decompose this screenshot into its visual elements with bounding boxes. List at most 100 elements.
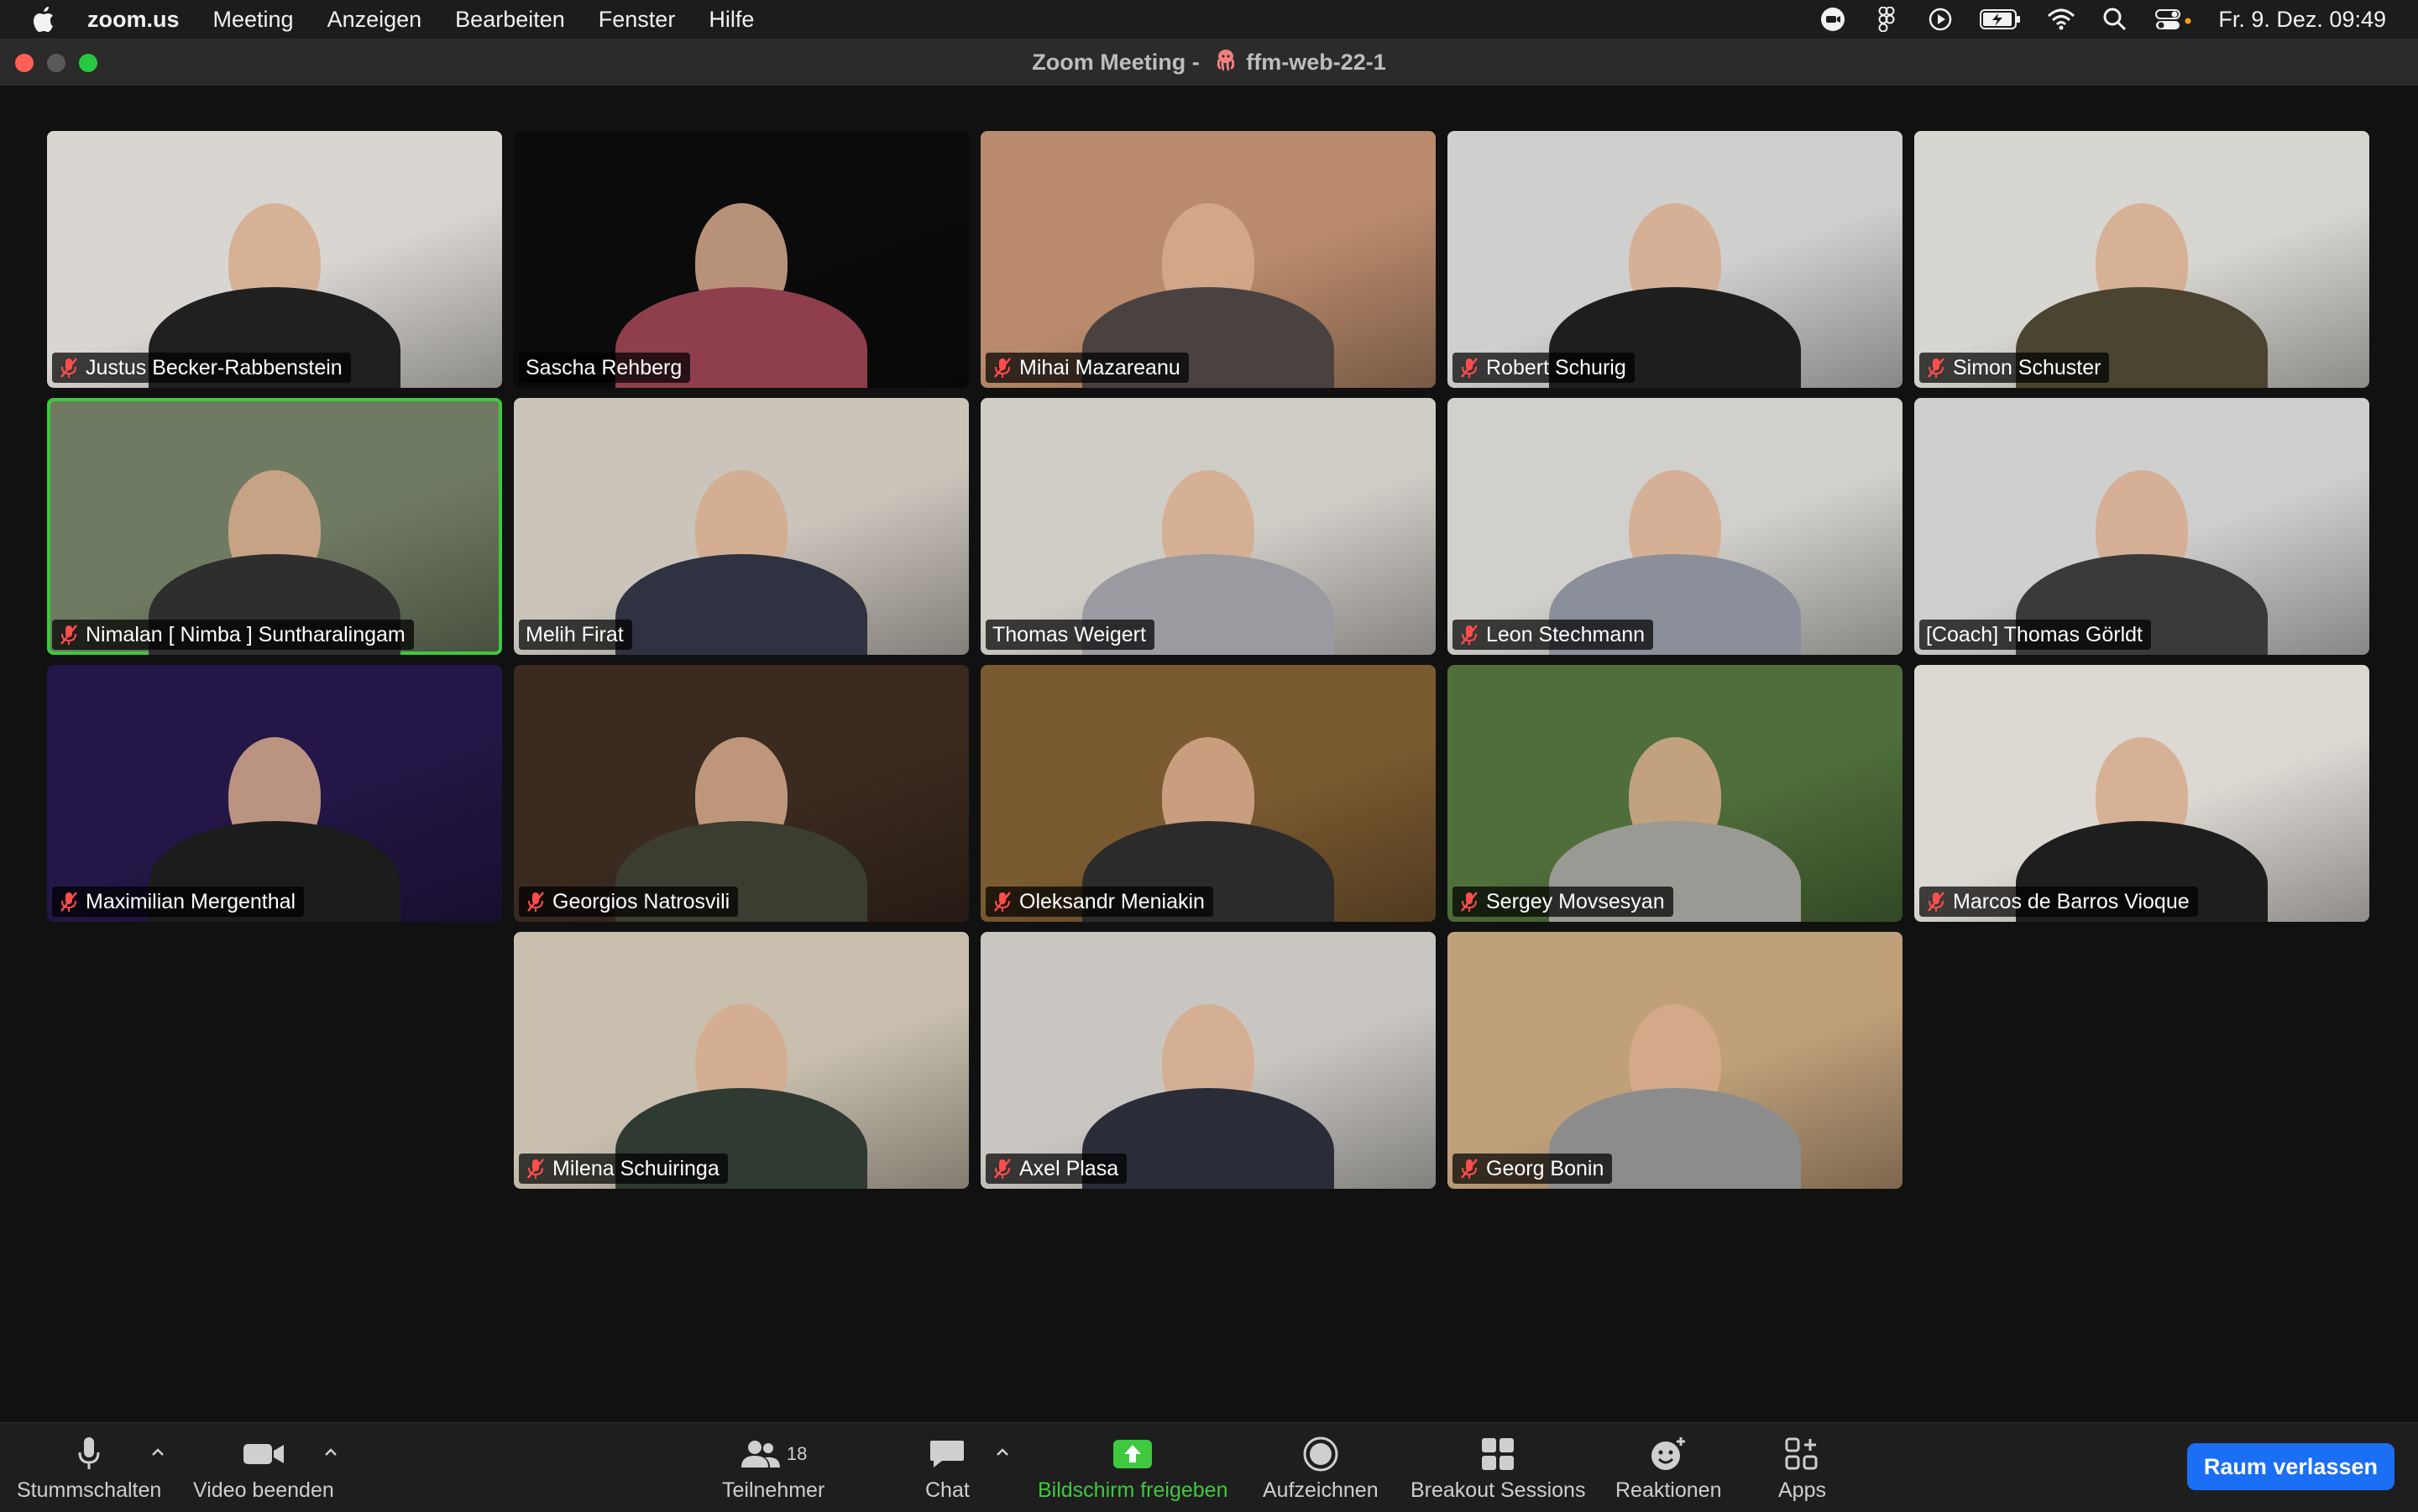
participant-video-tile[interactable]: Thomas Weigert xyxy=(981,398,1436,655)
menu-anzeigen[interactable]: Anzeigen xyxy=(327,7,422,33)
participant-name-tag: Leon Stechmann xyxy=(1452,620,1654,650)
battery-icon[interactable] xyxy=(1980,7,2022,32)
chat-label: Chat xyxy=(925,1478,970,1502)
participant-video-tile[interactable]: Robert Schurig xyxy=(1447,131,1902,388)
audio-options-chevron-up-icon[interactable] xyxy=(148,1441,168,1462)
fullscreen-window-button[interactable] xyxy=(79,54,97,72)
participant-name-tag: Oleksandr Meniakin xyxy=(986,887,1213,917)
chat-button[interactable]: Chat xyxy=(925,1433,970,1505)
participant-name-tag: Georgios Natrosvili xyxy=(519,887,739,917)
muted-microphone-icon xyxy=(1459,357,1479,379)
participant-name-tag: Sergey Movsesyan xyxy=(1452,887,1673,917)
participant-name: Nimalan [ Nimba ] Suntharalingam xyxy=(86,622,406,646)
participant-video-tile[interactable]: Melih Firat xyxy=(514,398,969,655)
menu-bearbeiten[interactable]: Bearbeiten xyxy=(455,7,565,33)
leave-meeting-button[interactable]: Raum verlassen xyxy=(2186,1443,2394,1490)
participant-video-tile[interactable]: [Coach] Thomas Görldt xyxy=(1914,398,2369,655)
video-options-chevron-up-icon[interactable] xyxy=(321,1441,341,1462)
participant-video-tile[interactable]: Nimalan [ Nimba ] Suntharalingam xyxy=(47,398,502,655)
participant-video-tile[interactable]: Georgios Natrosvili xyxy=(514,665,969,922)
participant-name: Leon Stechmann xyxy=(1486,622,1646,646)
participant-name: Justus Becker-Rabbenstein xyxy=(86,355,343,379)
muted-microphone-icon xyxy=(1926,891,1946,913)
octopus-emoji-icon xyxy=(1214,48,1238,77)
menu-fenster[interactable]: Fenster xyxy=(599,7,676,33)
muted-microphone-icon xyxy=(992,357,1013,379)
participant-video-tile[interactable]: Maximilian Mergenthal xyxy=(47,665,502,922)
participant-name-tag: Axel Plasa xyxy=(986,1154,1128,1184)
stop-video-button[interactable]: Video beenden xyxy=(193,1433,334,1505)
apps-icon xyxy=(1784,1433,1819,1475)
menu-app-name[interactable]: zoom.us xyxy=(87,7,180,33)
apple-logo-icon[interactable] xyxy=(30,6,57,33)
share-screen-icon xyxy=(1112,1433,1154,1475)
participant-name-tag: Justus Becker-Rabbenstein xyxy=(52,353,351,383)
play-icon[interactable] xyxy=(1926,7,1955,32)
share-screen-label: Bildschirm freigeben xyxy=(1038,1478,1228,1502)
participant-video-tile[interactable]: Axel Plasa xyxy=(981,932,1436,1189)
figma-icon[interactable] xyxy=(1872,7,1901,32)
reactions-button[interactable]: Reaktionen xyxy=(1615,1433,1721,1505)
participant-video-tile[interactable]: Sergey Movsesyan xyxy=(1447,665,1902,922)
apps-button[interactable]: Apps xyxy=(1778,1433,1826,1505)
macos-menu-bar: zoom.us Meeting Anzeigen Bearbeiten Fens… xyxy=(0,0,2418,39)
participant-name: Sascha Rehberg xyxy=(526,355,683,379)
record-label: Aufzeichnen xyxy=(1263,1478,1379,1502)
participant-name-tag: Nimalan [ Nimba ] Suntharalingam xyxy=(52,620,414,650)
muted-microphone-icon xyxy=(526,891,546,913)
participant-video-tile[interactable]: Sascha Rehberg xyxy=(514,131,969,388)
record-button[interactable]: Aufzeichnen xyxy=(1263,1433,1379,1505)
participant-name-tag: Sascha Rehberg xyxy=(519,353,691,383)
breakout-sessions-label: Breakout Sessions xyxy=(1410,1478,1586,1502)
menu-hilfe[interactable]: Hilfe xyxy=(709,7,754,33)
menu-meeting[interactable]: Meeting xyxy=(213,7,294,33)
participant-name: Georgios Natrosvili xyxy=(552,889,730,913)
search-icon[interactable] xyxy=(2101,7,2129,32)
participant-video-tile[interactable]: Georg Bonin xyxy=(1447,932,1902,1189)
participant-video-tile[interactable]: Marcos de Barros Vioque xyxy=(1914,665,2369,922)
participant-name-tag: [Coach] Thomas Görldt xyxy=(1919,620,2151,650)
participant-body xyxy=(615,554,867,655)
participant-name: Marcos de Barros Vioque xyxy=(1953,889,2190,913)
participant-name: Mihai Mazareanu xyxy=(1019,355,1180,379)
participant-name-tag: Mihai Mazareanu xyxy=(986,353,1189,383)
participant-name: Maximilian Mergenthal xyxy=(86,889,296,913)
participant-video-tile[interactable]: Milena Schuiringa xyxy=(514,932,969,1189)
participant-video-tile[interactable]: Leon Stechmann xyxy=(1447,398,1902,655)
mute-button[interactable]: Stummschalten xyxy=(17,1433,161,1505)
participant-name: [Coach] Thomas Görldt xyxy=(1926,622,2143,646)
participant-video-tile[interactable]: Simon Schuster xyxy=(1914,131,2369,388)
chat-bubble-icon xyxy=(929,1433,966,1475)
control-center-icon[interactable] xyxy=(2154,7,2193,32)
participant-video-tile[interactable]: Justus Becker-Rabbenstein xyxy=(47,131,502,388)
participant-name: Thomas Weigert xyxy=(992,622,1146,646)
video-camera-icon xyxy=(242,1433,285,1475)
breakout-sessions-button[interactable]: Breakout Sessions xyxy=(1410,1433,1585,1505)
menu-bar-clock[interactable]: Fr. 9. Dez. 09:49 xyxy=(2218,7,2386,33)
meeting-toolbar: Stummschalten Video beenden 18 Teilnehme… xyxy=(0,1422,2418,1512)
share-screen-button[interactable]: Bildschirm freigeben xyxy=(1038,1433,1228,1505)
participant-name-tag: Georg Bonin xyxy=(1452,1154,1613,1184)
participants-icon: 18 xyxy=(740,1433,807,1475)
participant-video-tile[interactable]: Oleksandr Meniakin xyxy=(981,665,1436,922)
window-controls xyxy=(15,54,97,72)
muted-microphone-icon xyxy=(59,357,79,379)
minimize-window-button[interactable] xyxy=(47,54,65,72)
window-title-bar: Zoom Meeting - ffm-web-22-1 xyxy=(0,39,2418,86)
muted-microphone-icon xyxy=(992,1158,1013,1180)
breakout-grid-icon xyxy=(1480,1433,1515,1475)
apps-label: Apps xyxy=(1778,1478,1826,1502)
participants-button[interactable]: 18 Teilnehmer xyxy=(722,1433,824,1505)
participant-video-tile[interactable]: Mihai Mazareanu xyxy=(981,131,1436,388)
close-window-button[interactable] xyxy=(15,54,34,72)
muted-microphone-icon xyxy=(526,1158,546,1180)
meeting-name: ffm-web-22-1 xyxy=(1246,49,1386,75)
reactions-smiley-icon xyxy=(1649,1433,1688,1475)
muted-microphone-icon xyxy=(59,624,79,646)
video-label: Video beenden xyxy=(193,1478,334,1502)
participant-name: Simon Schuster xyxy=(1953,355,2101,379)
zoom-status-icon[interactable] xyxy=(1819,7,1847,32)
wifi-icon[interactable] xyxy=(2047,7,2075,32)
chat-options-chevron-up-icon[interactable] xyxy=(992,1441,1013,1462)
participant-name: Georg Bonin xyxy=(1486,1156,1604,1180)
